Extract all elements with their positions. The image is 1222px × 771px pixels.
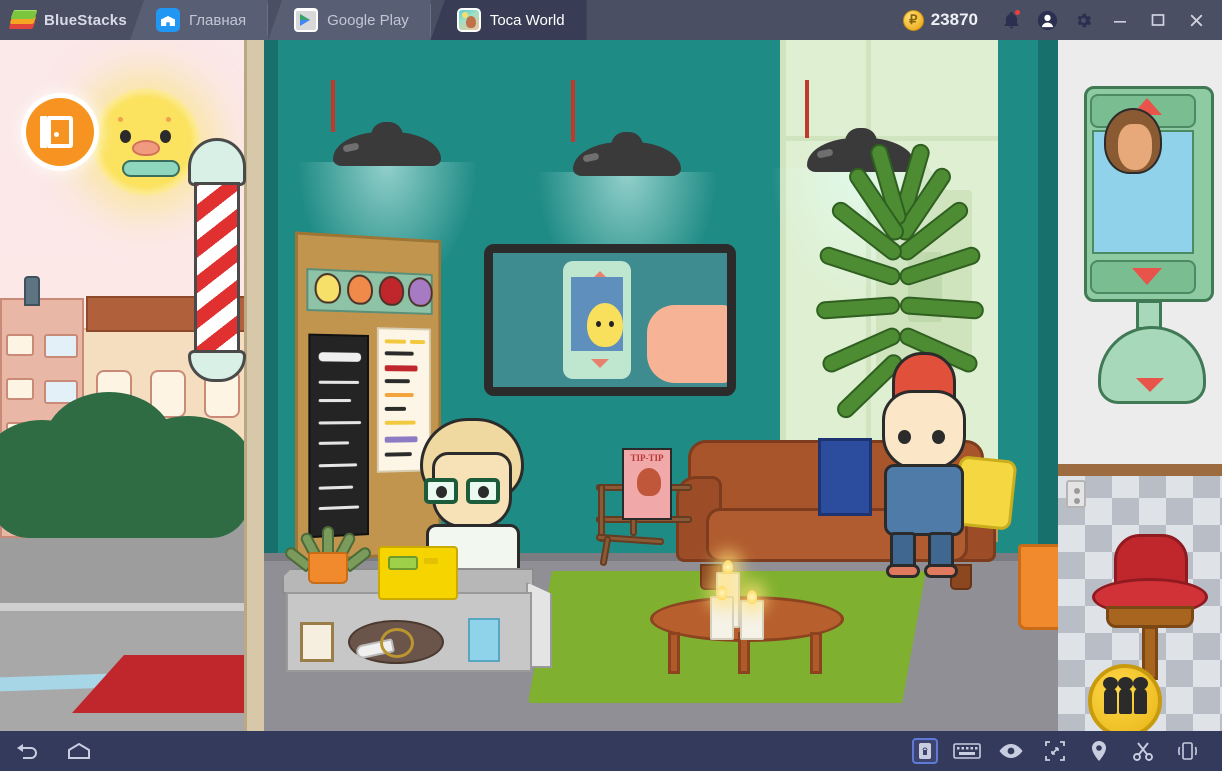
character-mohawk[interactable]: [868, 352, 978, 578]
candle-flame-2: [717, 586, 727, 600]
home-icon: [156, 8, 180, 32]
barber-pole[interactable]: [186, 138, 248, 398]
tab-google-play-label: Google Play: [327, 11, 409, 29]
lock-phone-icon[interactable]: [912, 738, 938, 764]
chevron-down-icon: [1132, 268, 1162, 285]
barber-chair[interactable]: [1092, 534, 1208, 684]
candle-medium[interactable]: [710, 596, 734, 640]
keyboard-icon[interactable]: [952, 737, 982, 765]
hair-swatch-2[interactable]: [347, 273, 373, 306]
coin-balance[interactable]: ₽ 23870: [897, 9, 992, 31]
counter-picture-frame: [300, 622, 334, 662]
maximize-button[interactable]: [1140, 0, 1176, 40]
tab-google-play[interactable]: Google Play: [268, 0, 431, 40]
tab-home-label: Главная: [189, 11, 247, 29]
character-figure-2: [1117, 677, 1133, 714]
sun-character[interactable]: [92, 88, 200, 196]
coin-value: 23870: [930, 10, 978, 29]
tab-home[interactable]: Главная: [130, 0, 269, 40]
scissors-icon[interactable]: [1128, 737, 1158, 765]
google-play-icon: [294, 8, 319, 32]
magazine-title: TIP-TIP: [630, 453, 664, 463]
scissors-tray[interactable]: [348, 620, 444, 664]
bell-icon[interactable]: [994, 3, 1028, 37]
fullscreen-icon[interactable]: [1040, 737, 1070, 765]
character-figure-3: [1132, 677, 1148, 714]
chalkboard-menu: [308, 333, 370, 539]
door-icon: [40, 116, 73, 148]
hairstyle-selector[interactable]: [1080, 86, 1220, 404]
sofa-magazine[interactable]: [818, 438, 872, 516]
candle-short[interactable]: [740, 600, 764, 640]
coin-icon: ₽: [902, 9, 924, 31]
hair-swatch-1[interactable]: [314, 272, 342, 304]
back-icon[interactable]: [12, 737, 42, 765]
tv-phone-graphic: [563, 261, 631, 379]
wall-outlet: [1066, 480, 1086, 508]
stacked-books-icon: [8, 9, 38, 31]
cash-register[interactable]: [378, 546, 458, 600]
tile-baseboard: [1058, 464, 1222, 476]
hairstyle-preview: [1104, 108, 1162, 174]
tv-hand-graphic: [647, 305, 727, 383]
close-button[interactable]: [1178, 0, 1214, 40]
home-icon[interactable]: [64, 737, 94, 765]
tab-toca-world-label: Toca World: [489, 11, 565, 29]
bluestacks-titlebar: BlueStacks Главная Google Play Toca Worl…: [0, 0, 1222, 40]
dryer-dome-button[interactable]: [1136, 378, 1164, 392]
bluestacks-toolbar: [0, 731, 1222, 771]
exit-door-button[interactable]: [26, 98, 94, 166]
character-select-button[interactable]: [1088, 664, 1162, 731]
counter-poster: [468, 618, 500, 662]
scissors-icon: [380, 628, 414, 658]
character-figure-1: [1102, 677, 1118, 714]
candle-flame-1: [723, 560, 733, 574]
bluestacks-brand: BlueStacks: [0, 0, 130, 40]
hair-swatch-4[interactable]: [407, 276, 433, 308]
notification-dot: [1014, 9, 1021, 16]
gear-icon[interactable]: [1066, 3, 1100, 37]
shake-device-icon[interactable]: [1172, 737, 1202, 765]
titlebar-controls: ₽ 23870: [896, 0, 1222, 40]
dryer-dome[interactable]: [1098, 326, 1206, 404]
game-canvas[interactable]: TIP-TIP: [0, 40, 1222, 731]
eye-icon[interactable]: [996, 737, 1026, 765]
hair-swatch-3[interactable]: [378, 275, 405, 307]
minimize-button[interactable]: [1102, 0, 1138, 40]
tv-down-arrow-icon: [591, 359, 609, 368]
toca-world-app-icon: [456, 8, 481, 32]
tab-toca-world[interactable]: Toca World: [430, 0, 587, 40]
location-pin-icon[interactable]: [1084, 737, 1114, 765]
salon-tv[interactable]: [484, 244, 736, 396]
user-avatar-icon[interactable]: [1030, 3, 1064, 37]
candle-flame-3: [747, 590, 757, 604]
succulent-plant[interactable]: [282, 526, 374, 584]
magazine-tip-tip[interactable]: TIP-TIP: [622, 448, 672, 520]
brand-label: BlueStacks: [44, 11, 127, 29]
